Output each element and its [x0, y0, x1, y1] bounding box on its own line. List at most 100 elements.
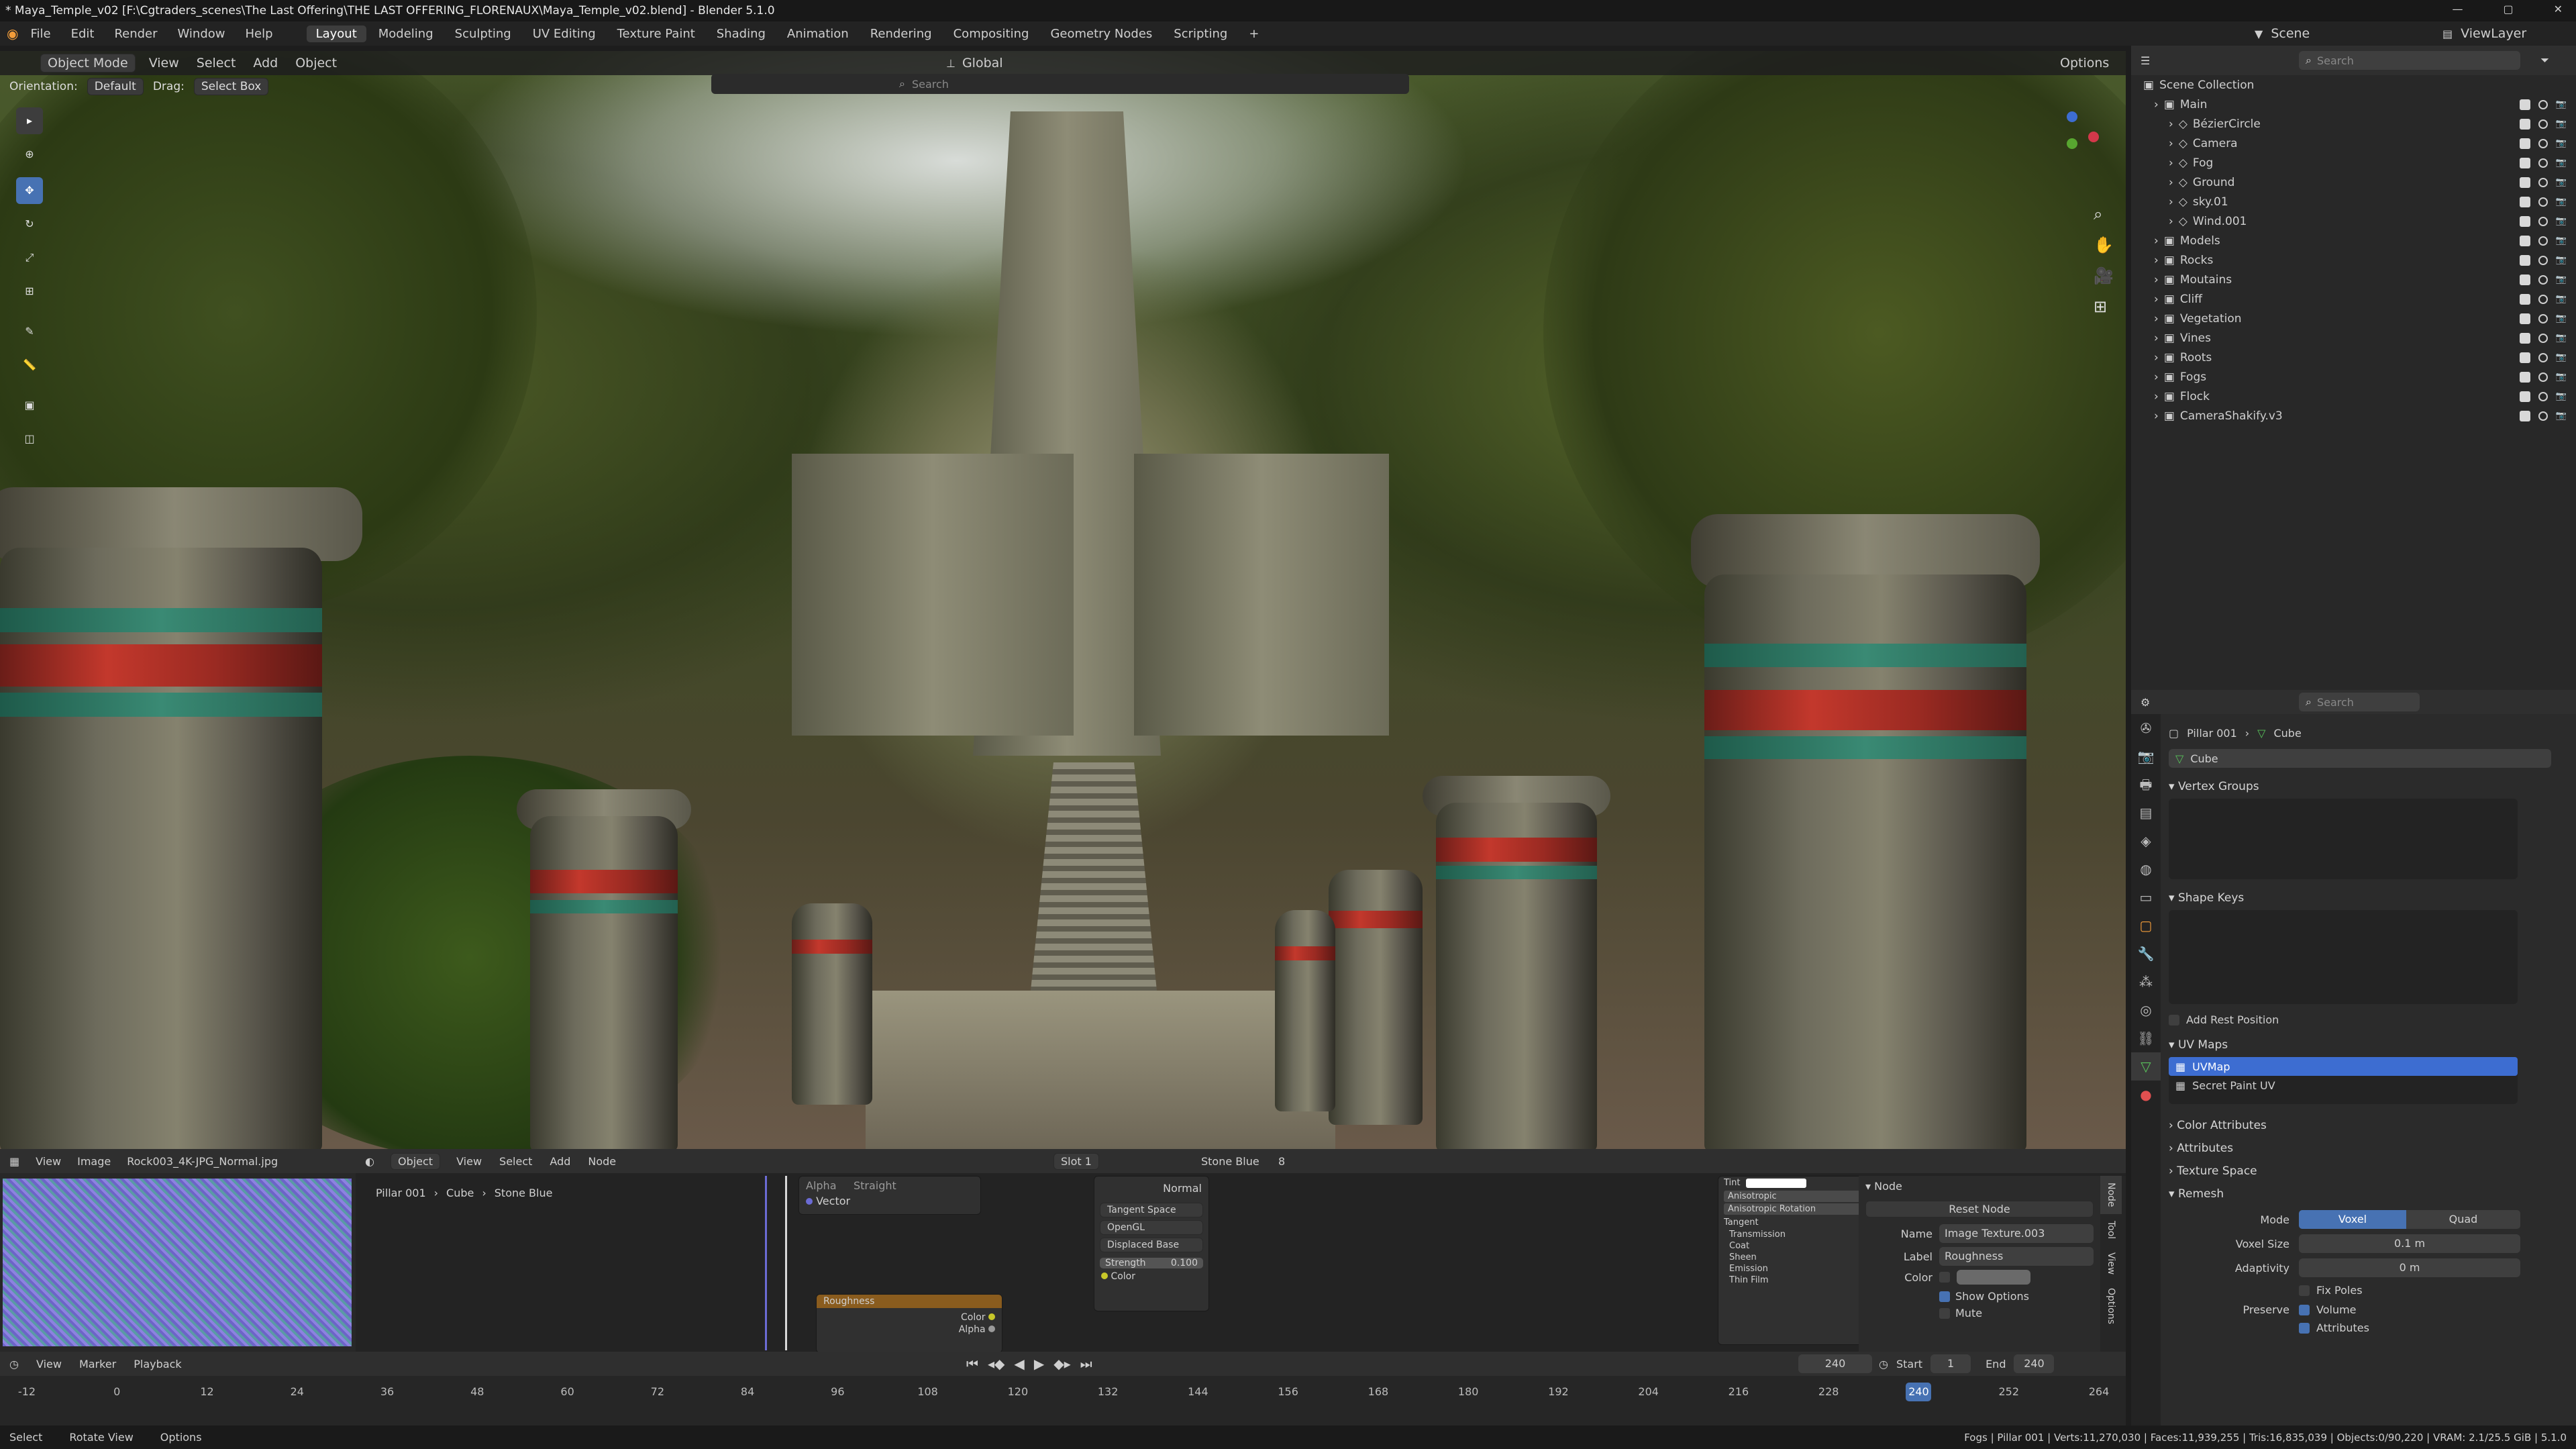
- constraints-tab-icon[interactable]: ⛓: [2131, 1024, 2161, 1052]
- eye-icon[interactable]: [2538, 372, 2548, 382]
- modifier-tab-icon[interactable]: 🔧: [2131, 940, 2161, 968]
- expand-icon[interactable]: ›: [2154, 332, 2159, 345]
- exclude-checkbox[interactable]: [2519, 391, 2530, 402]
- eye-icon[interactable]: [2538, 333, 2548, 343]
- scale-tool-icon[interactable]: ⤢: [16, 244, 43, 271]
- outliner-row[interactable]: › ◇ Wind.001 📷: [2131, 211, 2576, 231]
- image-view-menu[interactable]: View: [36, 1155, 61, 1168]
- vector-socket[interactable]: [806, 1198, 813, 1205]
- jump-start-icon[interactable]: ⏮: [966, 1356, 978, 1372]
- show-options-row[interactable]: Show Options: [1939, 1290, 2100, 1303]
- render-camera-icon[interactable]: 📷: [2556, 236, 2567, 246]
- tab-modeling[interactable]: Modeling: [369, 26, 443, 42]
- render-camera-icon[interactable]: 📷: [2556, 158, 2567, 168]
- material-tab-icon[interactable]: ●: [2131, 1081, 2161, 1109]
- outliner-row[interactable]: › ▣ CameraShakify.v3 📷: [2131, 406, 2576, 426]
- camera-view-icon[interactable]: 🎥: [2094, 260, 2114, 291]
- play-reverse-icon[interactable]: ◀: [1014, 1356, 1024, 1372]
- expand-icon[interactable]: ›: [2169, 137, 2173, 150]
- outliner-row[interactable]: › ◇ Fog 📷: [2131, 153, 2576, 172]
- thin-film-panel[interactable]: Thin Film: [1718, 1275, 1879, 1286]
- menu-file[interactable]: File: [30, 27, 50, 41]
- tab-sculpting[interactable]: Sculpting: [446, 26, 521, 42]
- scene-collection-row[interactable]: ▣ Scene Collection: [2131, 75, 2576, 95]
- filter-icon[interactable]: ⏷: [2540, 54, 2549, 67]
- remesh-header[interactable]: ▾ Remesh: [2169, 1187, 2565, 1201]
- render-camera-icon[interactable]: 📷: [2556, 372, 2567, 382]
- menu-window[interactable]: Window: [178, 27, 225, 41]
- collection-tab-icon[interactable]: ▭: [2131, 883, 2161, 911]
- shape-keys-header[interactable]: ▾ Shape Keys: [2169, 891, 2565, 905]
- eye-icon[interactable]: [2538, 274, 2548, 285]
- end-frame-field[interactable]: 240: [2014, 1354, 2055, 1373]
- exclude-checkbox[interactable]: [2519, 138, 2530, 149]
- annotate-tool-icon[interactable]: ✎: [16, 318, 43, 345]
- output-tab-icon[interactable]: 🖶: [2131, 770, 2161, 799]
- eye-icon[interactable]: [2538, 313, 2548, 323]
- opengl-select[interactable]: OpenGL: [1100, 1220, 1203, 1235]
- expand-icon[interactable]: ›: [2154, 293, 2159, 306]
- mode-voxel-button[interactable]: Voxel: [2299, 1210, 2406, 1229]
- timeline-editor-icon[interactable]: ◷: [9, 1358, 19, 1370]
- timeline-marker-menu[interactable]: Marker: [79, 1358, 116, 1370]
- mesh-name-field[interactable]: ▽ Cube: [2169, 749, 2551, 768]
- node-color-checkbox[interactable]: [1939, 1272, 1950, 1283]
- render-camera-icon[interactable]: 📷: [2556, 197, 2567, 207]
- transform-orientation[interactable]: ⊥ Global: [946, 56, 1003, 70]
- expand-icon[interactable]: ›: [2154, 98, 2159, 111]
- coat-panel[interactable]: Coat: [1718, 1240, 1879, 1252]
- attributes-header[interactable]: › Attributes: [2169, 1142, 2565, 1155]
- expand-icon[interactable]: ›: [2154, 370, 2159, 384]
- prev-keyframe-icon[interactable]: ◂◆: [988, 1356, 1004, 1372]
- eye-icon[interactable]: [2538, 294, 2548, 304]
- world-tab-icon[interactable]: ◍: [2131, 855, 2161, 883]
- mute-checkbox[interactable]: [1939, 1307, 1950, 1319]
- alpha-socket[interactable]: [988, 1326, 995, 1332]
- outliner-search[interactable]: ⌕ Search: [2299, 51, 2520, 70]
- exclude-checkbox[interactable]: [2519, 196, 2530, 207]
- expand-icon[interactable]: ›: [2169, 156, 2173, 170]
- tab-tool[interactable]: Tool: [2100, 1214, 2122, 1246]
- image-node-partial[interactable]: Alpha Straight Vector: [798, 1176, 981, 1215]
- principled-bsdf-node[interactable]: Tint Anisotropic Anisotropic Rotation Ta…: [1718, 1176, 1880, 1345]
- render-camera-icon[interactable]: 📷: [2556, 99, 2567, 109]
- pan-hand-icon[interactable]: ✋: [2094, 230, 2114, 260]
- outliner-row[interactable]: › ▣ Moutains 📷: [2131, 270, 2576, 289]
- add-rest-position[interactable]: Add Rest Position: [2169, 1013, 2565, 1026]
- color-socket[interactable]: [988, 1313, 995, 1320]
- render-camera-icon[interactable]: 📷: [2556, 138, 2567, 148]
- outliner-row[interactable]: › ▣ Roots 📷: [2131, 348, 2576, 367]
- mode-quad-button[interactable]: Quad: [2406, 1210, 2520, 1229]
- eye-icon[interactable]: [2538, 119, 2548, 129]
- exclude-checkbox[interactable]: [2519, 274, 2530, 285]
- render-camera-icon[interactable]: 📷: [2556, 177, 2567, 187]
- strength-field[interactable]: Strength 0.100: [1100, 1258, 1203, 1268]
- exclude-checkbox[interactable]: [2519, 410, 2530, 421]
- start-frame-field[interactable]: 1: [1930, 1354, 1971, 1373]
- expand-icon[interactable]: ›: [2154, 409, 2159, 423]
- anisotropic-rotation-field[interactable]: Anisotropic Rotation: [1724, 1203, 1874, 1215]
- sheen-panel[interactable]: Sheen: [1718, 1252, 1879, 1263]
- orientation-dropdown[interactable]: Default: [87, 78, 144, 95]
- exclude-checkbox[interactable]: [2519, 157, 2530, 168]
- menu-help[interactable]: Help: [246, 27, 273, 41]
- material-name[interactable]: Stone Blue: [1201, 1155, 1259, 1168]
- node-menu-select[interactable]: Select: [499, 1155, 532, 1168]
- timeline-ruler[interactable]: -12 0 12 24 36 48 60 72 84 96 108 120 132 144 156 168 18…: [0, 1384, 2126, 1404]
- eye-icon[interactable]: [2538, 177, 2548, 187]
- image-editor-icon[interactable]: ▦: [9, 1155, 19, 1168]
- mute-row[interactable]: Mute: [1939, 1307, 2100, 1319]
- render-camera-icon[interactable]: 📷: [2556, 313, 2567, 323]
- normal-map-preview[interactable]: [3, 1179, 352, 1346]
- select-tool-icon[interactable]: ▸: [16, 107, 43, 134]
- viewport-search-input[interactable]: Search: [912, 78, 949, 91]
- show-options-checkbox[interactable]: [1939, 1291, 1950, 1302]
- move-tool-icon[interactable]: ✥: [16, 177, 43, 204]
- exclude-checkbox[interactable]: [2519, 254, 2530, 266]
- properties-search[interactable]: ⌕ Search: [2299, 693, 2420, 711]
- tab-node[interactable]: Node: [2100, 1176, 2122, 1214]
- eye-icon[interactable]: [2538, 236, 2548, 246]
- exclude-checkbox[interactable]: [2519, 352, 2530, 363]
- menu-edit[interactable]: Edit: [71, 27, 95, 41]
- tab-geometry-nodes[interactable]: Geometry Nodes: [1041, 26, 1162, 42]
